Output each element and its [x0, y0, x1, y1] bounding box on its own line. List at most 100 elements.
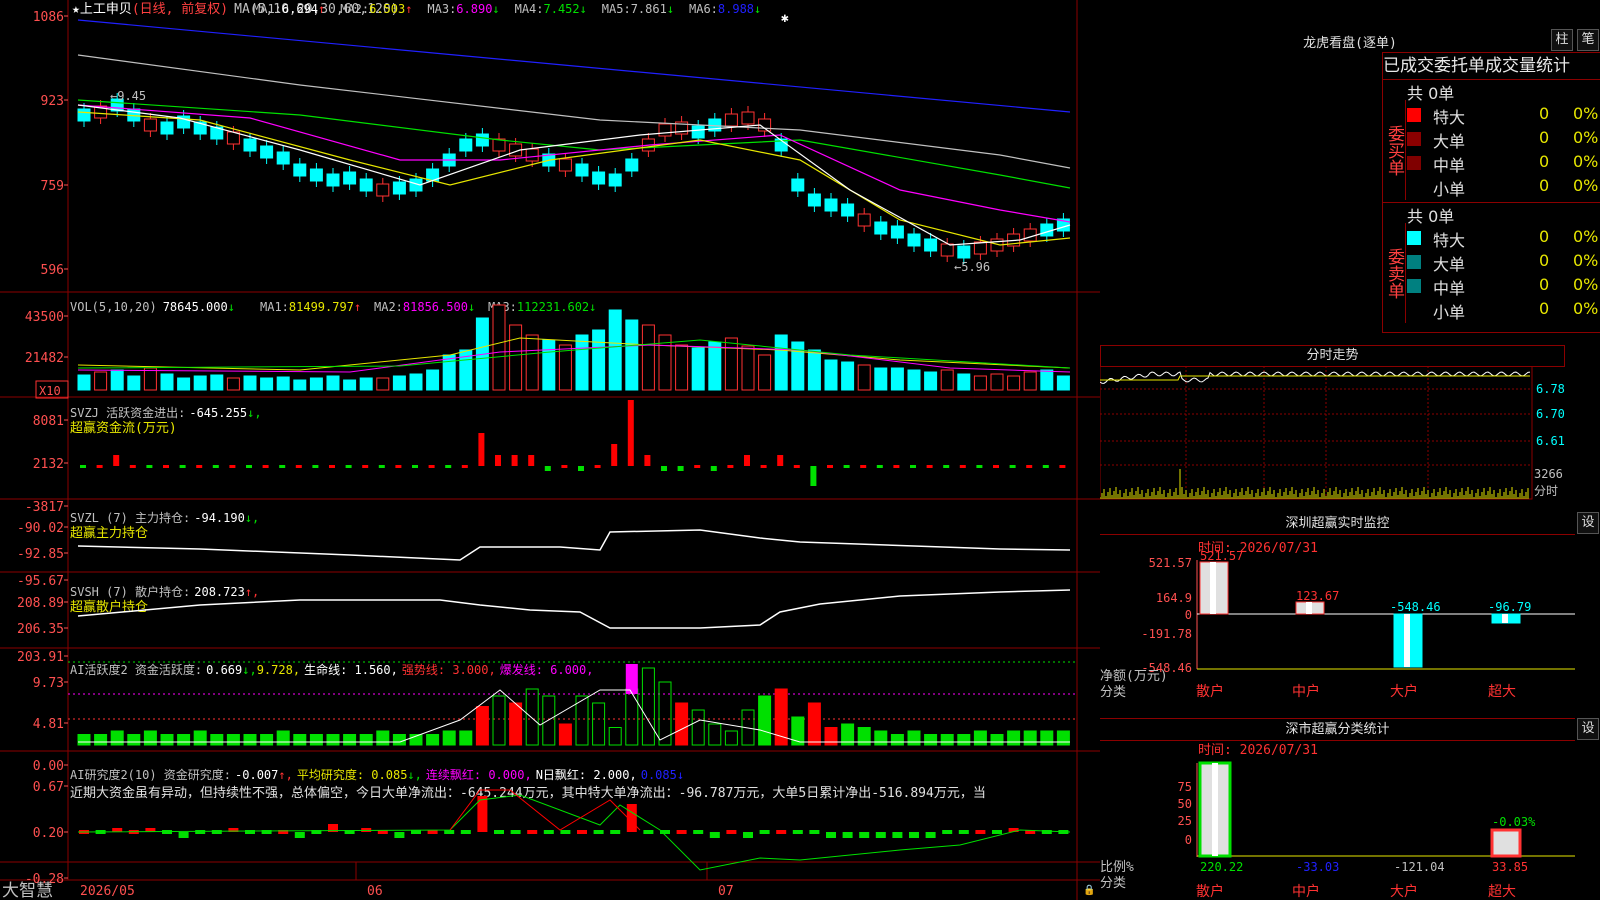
flow-tick	[993, 465, 999, 468]
volume-bar	[990, 373, 1004, 391]
candle-body	[558, 158, 572, 172]
inflow-bar	[495, 455, 501, 466]
volume-bar	[193, 375, 207, 391]
activity-bar	[691, 709, 705, 746]
candle-body	[1023, 228, 1037, 242]
activity-bar	[724, 730, 738, 746]
intraday-frame	[1100, 366, 1533, 500]
cursor-star-icon: ✱	[781, 11, 789, 26]
research-tick	[560, 830, 571, 834]
order-row: 中单 0 0%	[1407, 152, 1600, 175]
flow-tick	[329, 465, 335, 468]
intraday-tick: 6.70	[1536, 407, 1565, 421]
candle-body	[924, 238, 938, 252]
research-bar-down	[709, 832, 720, 838]
flow-tick	[445, 465, 452, 468]
activity-bar	[940, 734, 954, 746]
x-label-may: 2026/05	[80, 884, 135, 899]
ai-activity-header: AI活跃度2 资金活跃度: 0.669↓,9.728, 生命线: 1.560, 强势线…	[70, 662, 594, 677]
intraday-chart[interactable]: 6.78 6.70 6.61 3266 分时	[1100, 366, 1600, 511]
ma6-line	[77, 19, 1071, 113]
flow-tick	[860, 465, 867, 468]
outflow-bar	[810, 466, 817, 486]
svzl-header: SVZL (7) 主力持仓: -94.190↓,	[70, 510, 259, 525]
candle-body	[658, 123, 672, 137]
vol-header: VOL(5,10,20) 78645.000↓	[70, 300, 235, 314]
stats-ylabel2: 分类	[1100, 876, 1126, 891]
order-count: 0	[1539, 275, 1550, 294]
candle-body	[940, 243, 954, 257]
flow-tick	[229, 465, 236, 468]
category-label: 中户	[1292, 883, 1320, 900]
stats-settings-button[interactable]: 设	[1577, 718, 1599, 740]
research-bar-down	[394, 832, 405, 838]
bar-mode-button[interactable]: 柱	[1551, 29, 1573, 51]
candle-body	[741, 111, 755, 125]
candle-body	[276, 151, 290, 165]
flow-tick	[129, 465, 136, 468]
order-stats-tab[interactable]: 已成交委托单成交量统计	[1382, 52, 1600, 80]
research-bar-down	[909, 832, 919, 838]
volume-bar	[243, 375, 257, 391]
research-tick	[992, 830, 1002, 834]
volume-bar	[326, 375, 340, 391]
candle-body	[475, 133, 489, 147]
vol-ma-item: MA2:81856.500↓	[374, 300, 475, 314]
volume-bar	[542, 339, 556, 391]
lock-icon[interactable]: 🔒	[1083, 884, 1095, 896]
y-tick-label: -3817	[25, 500, 64, 515]
order-count: 0	[1539, 251, 1550, 270]
candle-body	[293, 163, 307, 177]
flow-tick	[412, 465, 418, 468]
activity-bar	[957, 734, 971, 746]
category-label: 散户	[1196, 683, 1224, 700]
research-tick	[195, 830, 206, 834]
research-bar-down	[743, 832, 753, 838]
stats-value-label: 33.85	[1492, 860, 1528, 874]
order-row: 小单 0 0%	[1407, 299, 1600, 322]
kline-chart-area[interactable]: ★上工申贝(日线, 前复权) MA(5,10,20,30,60,120) MA1:…	[0, 0, 1100, 900]
ma-legend-item: MA6:8.988↓	[689, 2, 761, 16]
activity-line	[78, 689, 1070, 743]
activity-bar	[127, 734, 141, 746]
monitor-settings-button[interactable]: 设	[1577, 512, 1599, 534]
research-tick	[809, 830, 820, 834]
order-color-swatch	[1407, 180, 1421, 194]
stats-header: 深市超赢分类统计	[1100, 718, 1575, 741]
volume-bar	[857, 364, 871, 391]
candle-body	[957, 245, 971, 259]
candle-body	[77, 108, 91, 122]
stats-tick: 25	[1178, 814, 1192, 828]
outflow-bar	[578, 466, 584, 471]
flow-tick	[461, 465, 468, 468]
order-pct: 0%	[1573, 152, 1599, 171]
y-tick-label: 759	[41, 179, 64, 194]
order-type: 特大	[1433, 108, 1466, 127]
flow-tick	[279, 465, 286, 468]
candle-body	[724, 113, 738, 127]
activity-bar	[990, 734, 1004, 746]
activity-bar	[326, 734, 340, 746]
research-line-green	[77, 794, 1071, 871]
flow-tick	[146, 465, 153, 468]
activity-bar	[791, 716, 805, 746]
activity-bar	[675, 702, 689, 746]
order-pct: 0%	[1573, 275, 1599, 294]
volume-bar	[260, 377, 274, 391]
volume-bar	[226, 377, 240, 391]
high-price-label: ←9.45	[110, 89, 146, 103]
order-count: 0	[1539, 176, 1550, 195]
y-tick-label: 0.20	[33, 826, 64, 841]
research-bar-down	[859, 832, 870, 838]
activity-bar	[143, 730, 157, 746]
inflow-bar	[528, 455, 535, 466]
activity-bar	[376, 730, 390, 746]
activity-bar	[509, 702, 523, 746]
volume-bars	[77, 304, 1071, 391]
x-label-june: 06	[367, 884, 383, 899]
tick-mode-button[interactable]: 笔	[1577, 29, 1599, 51]
inflow-bar	[478, 433, 485, 466]
candle-body	[824, 198, 838, 212]
volume-bar	[94, 371, 108, 391]
ma-legend-item: MA2:6.503↑	[340, 2, 412, 16]
